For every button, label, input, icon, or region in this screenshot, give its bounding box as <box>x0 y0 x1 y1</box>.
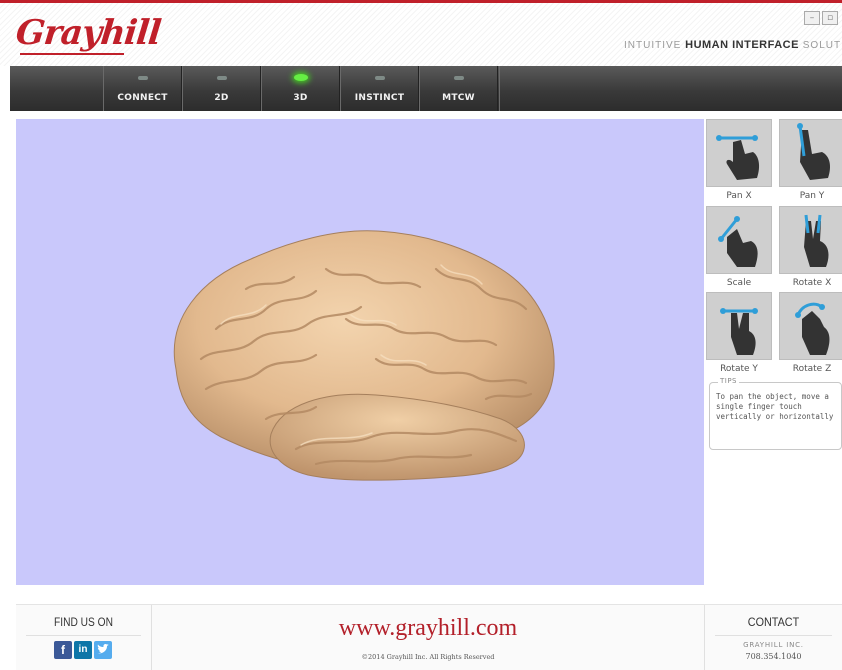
gesture-rotate-y[interactable]: Rotate Y <box>706 292 772 376</box>
social-links: f in <box>54 641 112 659</box>
3d-viewport[interactable] <box>16 119 704 585</box>
divider <box>715 635 832 636</box>
grayhill-logo: Grayhill <box>13 13 163 53</box>
gesture-rotate-z[interactable]: Rotate Z <box>779 292 842 376</box>
tab-label: INSTINCT <box>354 93 405 103</box>
tab-label: MTCW <box>442 93 475 103</box>
tips-box: TIPS To pan the object, move a single fi… <box>709 377 842 450</box>
gesture-scale[interactable]: Scale <box>706 206 772 290</box>
nav-divider <box>499 66 500 111</box>
gesture-pan-x[interactable]: Pan X <box>706 119 772 203</box>
scale-gesture-icon <box>706 206 772 274</box>
contact-section: CONTACT GRAYHILL INC. 708.354.1040 <box>704 605 842 670</box>
company-name: GRAYHILL INC. <box>743 641 804 649</box>
tagline: INTUITIVE HUMAN INTERFACE SOLUTIONS <box>624 39 842 51</box>
mode-nav-bar: CONNECT 2D 3D INSTINCT MTCW <box>10 66 842 111</box>
status-led-active-icon <box>293 74 308 81</box>
divider <box>26 635 141 636</box>
gesture-label: Pan X <box>726 191 752 201</box>
rotate-x-gesture-icon <box>779 206 842 274</box>
window-controls: – ▫ <box>804 11 838 25</box>
app-header: Grayhill INTUITIVE HUMAN INTERFACE SOLUT… <box>0 0 842 66</box>
find-us-title: FIND US ON <box>54 615 113 629</box>
tab-label: 2D <box>214 93 229 103</box>
status-led-icon <box>453 76 464 80</box>
pan-x-gesture-icon <box>706 119 772 187</box>
rotate-z-gesture-icon <box>779 292 842 360</box>
twitter-icon[interactable] <box>94 641 112 659</box>
tab-label: 3D <box>293 93 308 103</box>
status-led-icon <box>137 76 148 80</box>
tagline-mid: HUMAN INTERFACE <box>685 39 799 51</box>
maximize-icon[interactable]: ▫ <box>822 11 838 25</box>
tab-instinct[interactable]: INSTINCT <box>340 66 419 111</box>
pan-y-gesture-icon <box>779 119 842 187</box>
copyright-text: ©2014 Grayhill Inc. All Rights Reserved <box>361 653 495 661</box>
gesture-label: Rotate Y <box>720 364 758 374</box>
gesture-label: Rotate X <box>792 278 832 288</box>
status-led-icon <box>216 76 227 80</box>
tab-label: CONNECT <box>117 93 168 103</box>
phone-number: 708.354.1040 <box>745 652 802 661</box>
tab-connect[interactable]: CONNECT <box>103 66 182 111</box>
brain-model[interactable] <box>16 119 704 585</box>
page-footer: FIND US ON f in www.grayhill.com ©2014 G… <box>16 604 842 670</box>
tab-2d[interactable]: 2D <box>182 66 261 111</box>
tagline-right: SOLUTIONS <box>802 40 842 51</box>
tab-mtcw[interactable]: MTCW <box>419 66 498 111</box>
find-us-section: FIND US ON f in <box>16 605 152 670</box>
tips-title: TIPS <box>718 377 740 385</box>
logo-underline <box>20 53 124 55</box>
minimize-icon[interactable]: – <box>804 11 820 25</box>
gesture-rotate-x[interactable]: Rotate X <box>779 206 842 290</box>
contact-title: CONTACT <box>747 615 800 629</box>
website-link[interactable]: www.grayhill.com <box>152 615 704 642</box>
gesture-label: Rotate Z <box>792 364 832 374</box>
tagline-left: INTUITIVE <box>624 40 682 51</box>
gesture-pan-y[interactable]: Pan Y <box>779 119 842 203</box>
status-led-icon <box>374 76 385 80</box>
linkedin-icon[interactable]: in <box>74 641 92 659</box>
gesture-label: Scale <box>726 278 752 288</box>
gesture-label: Pan Y <box>799 191 825 201</box>
tab-3d[interactable]: 3D <box>261 66 340 111</box>
facebook-icon[interactable]: f <box>54 641 72 659</box>
tips-text: To pan the object, move a single finger … <box>716 392 834 421</box>
rotate-y-gesture-icon <box>706 292 772 360</box>
